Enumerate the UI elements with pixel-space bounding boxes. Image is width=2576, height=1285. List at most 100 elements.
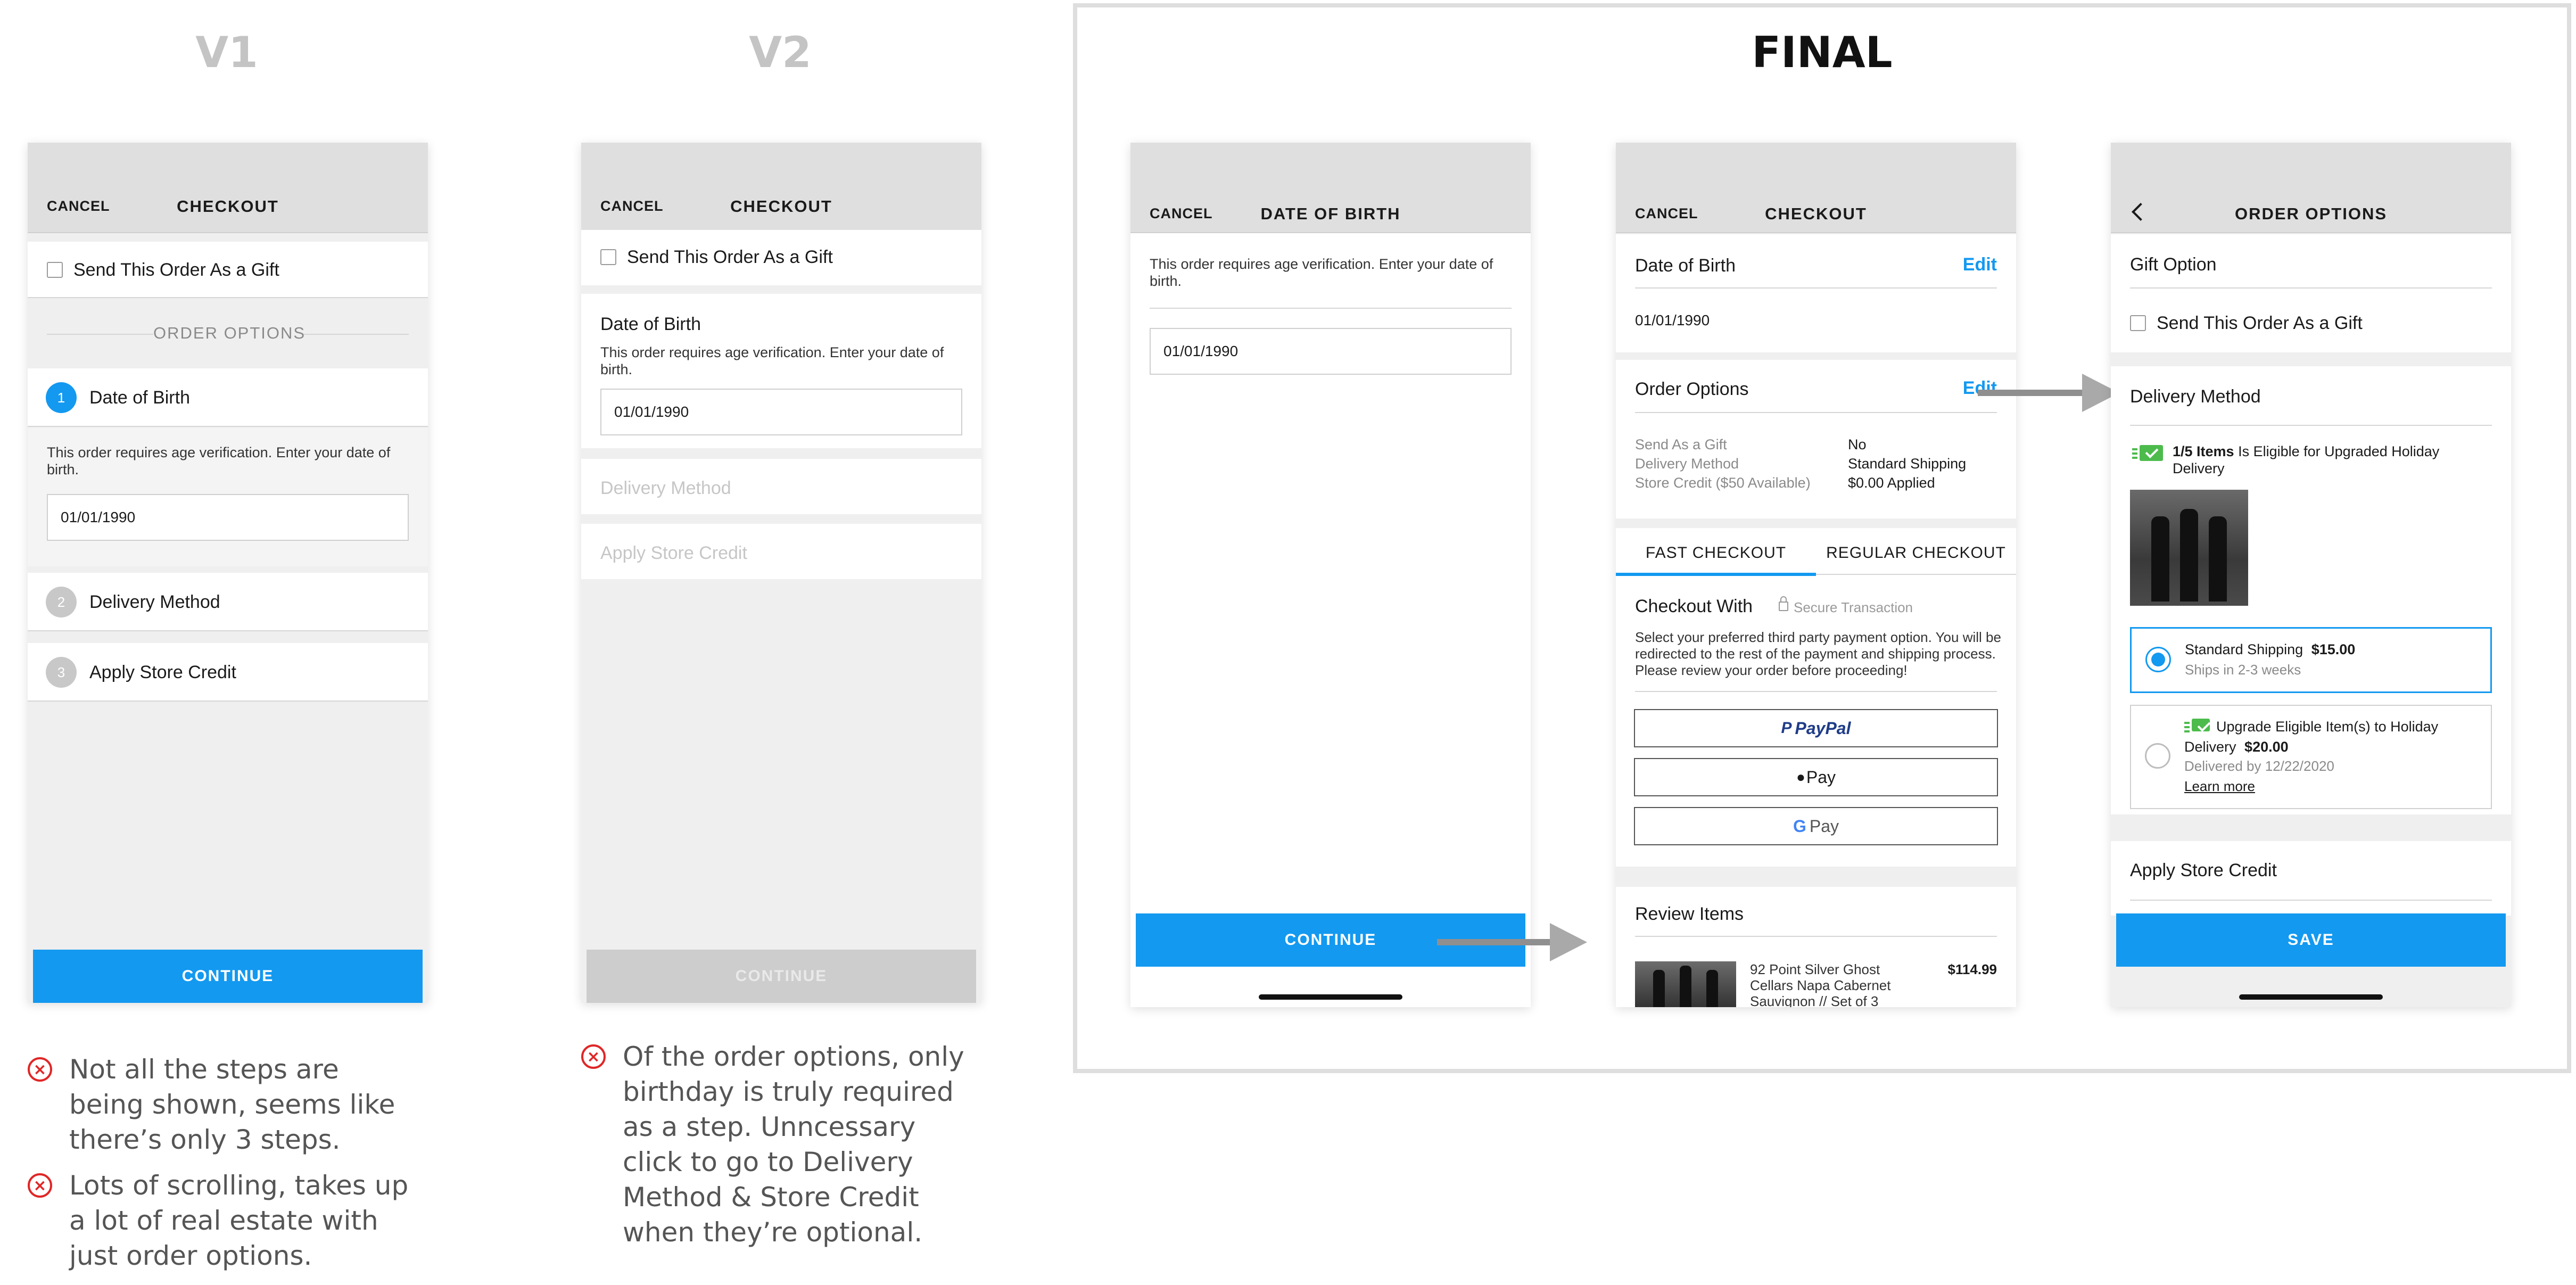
- divider: [1150, 308, 1512, 309]
- google-pay-button[interactable]: G Pay: [1634, 807, 1998, 845]
- divider: [2130, 900, 2492, 901]
- review-items-label: Review Items: [1635, 904, 1744, 924]
- wine-bottle-icon: [1680, 966, 1691, 1007]
- error-icon: ×: [28, 1173, 52, 1198]
- store-credit-label: Apply Store Credit: [600, 543, 747, 563]
- v2-phone: CANCEL CHECKOUT Send This Order As a Gif…: [581, 143, 981, 1003]
- holiday-upgrade-radio[interactable]: [2145, 743, 2170, 769]
- store-credit-card: Apply Store Credit: [2111, 841, 2511, 916]
- google-pay-label: Pay: [1809, 816, 1839, 836]
- order-options-divider-left: [47, 334, 153, 335]
- step-label: Date of Birth: [89, 388, 190, 408]
- v2-header: CANCEL CHECKOUT: [581, 143, 981, 233]
- continue-button-disabled[interactable]: CONTINUE: [587, 950, 976, 1003]
- v1-header: CANCEL CHECKOUT: [28, 143, 428, 233]
- flow-arrow: [1437, 939, 1559, 945]
- standard-shipping-sub: Ships in 2-3 weeks: [2185, 662, 2301, 678]
- error-icon: ×: [581, 1044, 606, 1069]
- step-number-2: 2: [46, 587, 77, 617]
- standard-shipping-label: Standard Shipping $15.00: [2185, 641, 2355, 658]
- learn-more-link[interactable]: Learn more: [2184, 778, 2255, 795]
- dob-form: This order requires age verification. En…: [28, 428, 428, 566]
- final-checkout-phone: CANCEL CHECKOUT Date of Birth Edit 01/01…: [1616, 143, 2016, 1007]
- dob-label: Date of Birth: [1635, 256, 1736, 276]
- checkout-with-label: Checkout With: [1635, 596, 1753, 616]
- item-thumbnail: [1635, 961, 1736, 1007]
- dob-input[interactable]: 01/01/1990: [47, 494, 409, 541]
- tab-divider: [1816, 574, 2016, 575]
- lock-icon-shackle: [1780, 596, 1787, 603]
- item-name: 92 Point Silver Ghost Cellars Napa Caber…: [1750, 961, 1891, 1007]
- store-credit-label: Apply Store Credit: [2130, 860, 2277, 880]
- store-credit-row[interactable]: Apply Store Credit: [581, 524, 981, 579]
- page-title: CHECKOUT: [730, 197, 832, 216]
- review-items-card: Review Items 92 Point Silver Ghost Cella…: [1616, 887, 2016, 1007]
- page-title: ORDER OPTIONS: [2234, 204, 2388, 223]
- gift-row[interactable]: Send This Order As a Gift: [581, 230, 981, 285]
- holiday-upgrade-option[interactable]: Upgrade Eligible Item(s) to Holiday Deli…: [2130, 705, 2492, 809]
- apple-pay-label: Pay: [1806, 767, 1836, 787]
- dob-help-text: This order requires age verification. En…: [1150, 256, 1493, 289]
- save-button[interactable]: SAVE: [2116, 913, 2506, 967]
- continue-button[interactable]: CONTINUE: [33, 950, 423, 1003]
- delivery-method-row[interactable]: Delivery Method: [581, 459, 981, 514]
- error-icon: ×: [28, 1057, 52, 1082]
- page-title: CHECKOUT: [1765, 204, 1867, 223]
- holiday-upgrade-name: Upgrade Eligible Item(s) to Holiday Deli…: [2184, 719, 2439, 755]
- payment-help-text: Select your preferred third party paymen…: [1635, 629, 2001, 678]
- paypal-button[interactable]: P PayPal: [1634, 709, 1998, 747]
- option-key: Send As a Gift: [1635, 436, 1727, 452]
- dob-value: 01/01/1990: [1635, 312, 1710, 328]
- holiday-upgrade-sub: Delivered by 12/22/2020: [2184, 758, 2334, 774]
- gift-truck-icon: [2132, 445, 2163, 461]
- gift-option-card: Gift Option Send This Order As a Gift: [2111, 234, 2511, 352]
- divider: [1635, 936, 1997, 937]
- gift-row[interactable]: Send This Order As a Gift: [28, 242, 428, 298]
- wine-bottle-icon: [2180, 509, 2198, 602]
- flow-arrow-head: [1550, 923, 1587, 961]
- option-value: $0.00 Applied: [1848, 475, 1935, 491]
- apple-pay-button[interactable]: ● Pay: [1634, 758, 1998, 796]
- wine-bottle-icon: [1653, 970, 1665, 1007]
- secure-transaction-label: Secure Transaction: [1794, 599, 1913, 615]
- v2-title: V2: [749, 28, 812, 77]
- gift-checkbox[interactable]: [47, 262, 63, 278]
- step-number-1: 1: [46, 382, 77, 413]
- gift-checkbox[interactable]: [600, 249, 616, 265]
- delivery-method-label: Delivery Method: [2130, 386, 2261, 407]
- dob-help-text: This order requires age verification. En…: [47, 444, 391, 477]
- step-label: Apply Store Credit: [89, 662, 236, 682]
- dob-input[interactable]: 01/01/1990: [600, 389, 962, 435]
- payment-card: FAST CHECKOUT REGULAR CHECKOUT Checkout …: [1616, 528, 2016, 867]
- step-store-credit[interactable]: 3 Apply Store Credit: [28, 643, 428, 702]
- eligibility-text: 1/5 Items Is Eligible for Upgraded Holid…: [2173, 443, 2492, 477]
- holiday-upgrade-label: Upgrade Eligible Item(s) to Holiday Deli…: [2184, 716, 2482, 757]
- option-key: Store Credit ($50 Available): [1635, 475, 1811, 491]
- gift-label: Send This Order As a Gift: [2157, 313, 2363, 333]
- tab-regular-checkout[interactable]: REGULAR CHECKOUT: [1816, 544, 2016, 562]
- dob-input[interactable]: 01/01/1990: [1150, 328, 1512, 375]
- paypal-icon: P: [1781, 719, 1792, 737]
- option-value: Standard Shipping: [1848, 456, 1967, 472]
- v1-note-2: Lots of scrolling, takes up a lot of rea…: [69, 1170, 409, 1271]
- final-dob-phone: CANCEL DATE OF BIRTH This order requires…: [1130, 143, 1531, 1007]
- delivery-method-card: Delivery Method 1/5 Items Is Eligible fo…: [2111, 366, 2511, 814]
- standard-shipping-radio[interactable]: [2145, 647, 2171, 672]
- final-dob-header: CANCEL DATE OF BIRTH: [1130, 143, 1531, 233]
- option-value: No: [1848, 436, 1867, 452]
- order-options-card: Order Options Edit Send As a Gift No Del…: [1616, 360, 2016, 518]
- wine-bottle-icon: [2151, 516, 2169, 602]
- standard-shipping-option[interactable]: Standard Shipping $15.00 Ships in 2-3 we…: [2130, 627, 2492, 693]
- order-options-heading: ORDER OPTIONS: [153, 324, 306, 342]
- tab-fast-checkout[interactable]: FAST CHECKOUT: [1616, 544, 1816, 562]
- gift-checkbox[interactable]: [2130, 315, 2146, 331]
- wine-bottle-icon: [1706, 970, 1718, 1007]
- step-number-3: 3: [46, 657, 77, 688]
- dob-edit-link[interactable]: Edit: [1963, 254, 1997, 275]
- page-title: CHECKOUT: [177, 197, 279, 216]
- wine-bottle-icon: [2209, 516, 2227, 602]
- step-date-of-birth[interactable]: 1 Date of Birth: [28, 368, 428, 427]
- v1-note-1: Not all the steps are being shown, seems…: [69, 1054, 395, 1155]
- order-options-header: ORDER OPTIONS: [2111, 143, 2511, 233]
- step-delivery-method[interactable]: 2 Delivery Method: [28, 573, 428, 631]
